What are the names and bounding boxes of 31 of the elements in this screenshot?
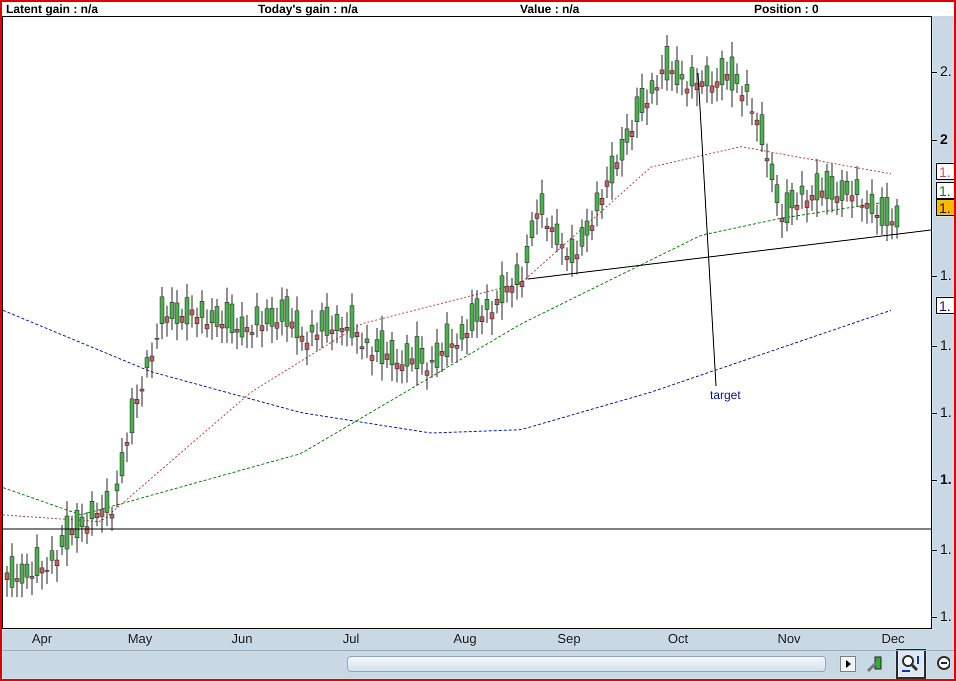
month-label: Aug xyxy=(453,632,477,645)
zoom-out-icon xyxy=(936,655,950,673)
price-tick-label: 1. xyxy=(940,338,952,352)
stat-text: Latent gain : n/a xyxy=(6,3,98,15)
zoom-icon xyxy=(900,653,922,675)
scrollbar-thumb[interactable] xyxy=(347,656,826,672)
month-label: Nov xyxy=(777,632,801,645)
stat-text: Position : 0 xyxy=(754,3,819,15)
price-tick-label: 1. xyxy=(940,405,952,419)
price-tick-label: 1. xyxy=(940,268,952,282)
price-tick-label: 1. xyxy=(940,472,952,486)
month-label: Sep xyxy=(557,632,581,645)
scroll-right-button[interactable] xyxy=(840,656,856,672)
stat-text: Value : n/a xyxy=(520,3,580,15)
price-tick-label: 2. xyxy=(940,64,952,78)
zoom-button[interactable] xyxy=(896,649,926,679)
month-label: May xyxy=(128,632,152,645)
target-label: target xyxy=(710,389,741,401)
price-tag: 1. xyxy=(936,297,954,314)
price-tag: 1. xyxy=(936,163,954,180)
month-label: Dec xyxy=(881,632,905,645)
price-tick-label: 2 xyxy=(940,132,948,146)
price-tag: 1. xyxy=(936,199,954,216)
month-label: Apr xyxy=(32,632,52,645)
price-tick-label: 1. xyxy=(940,542,952,556)
month-label: Oct xyxy=(668,632,688,645)
price-tick-label: 1. xyxy=(940,609,952,623)
month-label: Jul xyxy=(342,632,360,645)
price-tag: 1. xyxy=(936,182,954,199)
month-label: Jun xyxy=(232,632,252,645)
stat-text: Today's gain : n/a xyxy=(258,3,358,15)
